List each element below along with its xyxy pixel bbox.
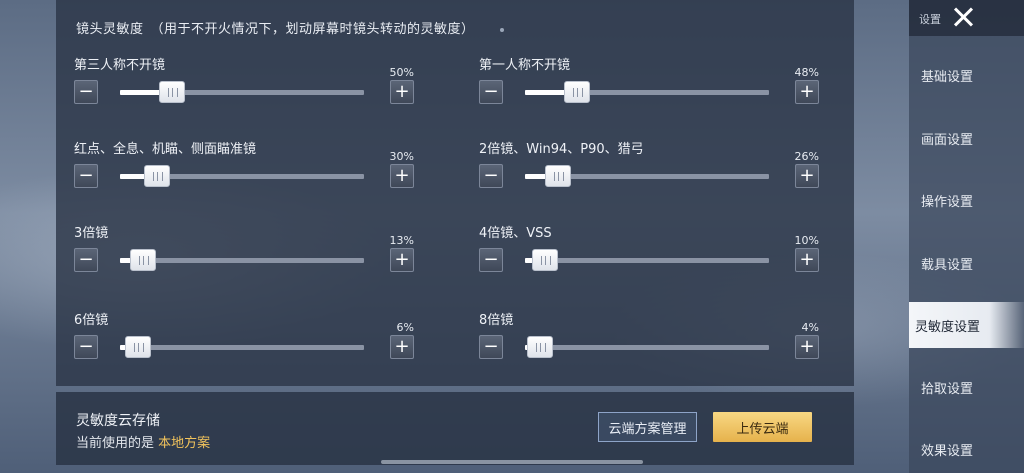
current-plan-prefix: 当前使用的是: [76, 436, 155, 451]
sidebar-item-sensitivity[interactable]: 灵敏度设置: [909, 302, 1024, 348]
slider-thumb[interactable]: [144, 165, 170, 187]
decrease-button[interactable]: −: [479, 80, 503, 104]
slider-block: 第一人称不开镜 48% − +: [479, 54, 819, 114]
sidebar-item-vehicle[interactable]: 载具设置: [909, 240, 1024, 286]
slider-percent: 6%: [396, 321, 414, 334]
slider-thumb[interactable]: [532, 249, 558, 271]
cloud-storage-title: 灵敏度云存储: [76, 413, 160, 429]
slider-label: 3倍镜: [74, 226, 109, 241]
current-plan-text: 当前使用的是 本地方案: [76, 432, 210, 451]
slider-label: 4倍镜、VSS: [479, 226, 552, 241]
scroll-indicator: [381, 460, 643, 464]
slider-label: 红点、全息、机瞄、侧面瞄准镜: [74, 142, 257, 157]
sidebar-item-controls[interactable]: 操作设置: [909, 177, 1024, 223]
slider-block: 2倍镜、Win94、P90、猎弓 26% − +: [479, 138, 819, 198]
sidebar-item-graphics[interactable]: 画面设置: [909, 115, 1024, 161]
slider-block: 红点、全息、机瞄、侧面瞄准镜 30% − +: [74, 138, 414, 198]
slider-thumb[interactable]: [527, 336, 553, 358]
slider-label: 2倍镜、Win94、P90、猎弓: [479, 142, 644, 157]
slider-thumb[interactable]: [125, 336, 151, 358]
slider-block: 4倍镜、VSS 10% − +: [479, 222, 819, 282]
upload-cloud-button[interactable]: 上传云端: [713, 412, 812, 442]
sidebar-item-pickup[interactable]: 拾取设置: [909, 364, 1024, 410]
decrease-button[interactable]: −: [479, 164, 503, 188]
title-dot: [500, 28, 504, 32]
decrease-button[interactable]: −: [74, 164, 98, 188]
slider-thumb[interactable]: [159, 81, 185, 103]
slider-block: 第三人称不开镜 50% − +: [74, 54, 414, 114]
slider-block: 3倍镜 13% − +: [74, 222, 414, 282]
settings-sidebar: 设置 基础设置 画面设置 操作设置 载具设置 灵敏度设置 拾取设置 效果设置: [909, 0, 1024, 473]
increase-button[interactable]: +: [390, 80, 414, 104]
slider-track[interactable]: [120, 165, 364, 187]
slider-percent: 26%: [794, 150, 819, 163]
slider-track[interactable]: [525, 336, 769, 358]
slider-track[interactable]: [525, 165, 769, 187]
increase-button[interactable]: +: [390, 248, 414, 272]
decrease-button[interactable]: −: [74, 80, 98, 104]
slider-block: 6倍镜 6% − +: [74, 309, 414, 369]
slider-track[interactable]: [525, 249, 769, 271]
slider-track[interactable]: [120, 249, 364, 271]
increase-button[interactable]: +: [795, 335, 819, 359]
decrease-button[interactable]: −: [74, 335, 98, 359]
slider-block: 8倍镜 4% − +: [479, 309, 819, 369]
sidebar-item-effects[interactable]: 效果设置: [909, 426, 1024, 472]
decrease-button[interactable]: −: [479, 248, 503, 272]
increase-button[interactable]: +: [390, 164, 414, 188]
cloud-plan-manage-button[interactable]: 云端方案管理: [598, 412, 697, 442]
slider-label: 第三人称不开镜: [74, 58, 166, 73]
slider-percent: 48%: [794, 66, 819, 79]
current-plan-name: 本地方案: [158, 436, 211, 451]
slider-label: 第一人称不开镜: [479, 58, 571, 73]
slider-percent: 30%: [389, 150, 414, 163]
slider-thumb[interactable]: [130, 249, 156, 271]
slider-thumb[interactable]: [545, 165, 571, 187]
sidebar-item-basic[interactable]: 基础设置: [909, 52, 1024, 98]
slider-percent: 13%: [389, 234, 414, 247]
slider-label: 6倍镜: [74, 313, 109, 328]
close-icon[interactable]: [949, 3, 979, 33]
slider-label: 8倍镜: [479, 313, 514, 328]
increase-button[interactable]: +: [795, 164, 819, 188]
slider-track[interactable]: [120, 81, 364, 103]
sidebar-header-label: 设置: [919, 13, 941, 26]
increase-button[interactable]: +: [390, 335, 414, 359]
section-title: 镜头灵敏度 （用于不开火情况下，划动屏幕时镜头转动的灵敏度）: [76, 22, 475, 37]
sensitivity-panel: 镜头灵敏度 （用于不开火情况下，划动屏幕时镜头转动的灵敏度） 第三人称不开镜 5…: [56, 0, 854, 386]
slider-percent: 50%: [389, 66, 414, 79]
decrease-button[interactable]: −: [74, 248, 98, 272]
sidebar-header: 设置: [909, 0, 1024, 36]
increase-button[interactable]: +: [795, 80, 819, 104]
slider-track[interactable]: [120, 336, 364, 358]
increase-button[interactable]: +: [795, 248, 819, 272]
slider-thumb[interactable]: [564, 81, 590, 103]
decrease-button[interactable]: −: [479, 335, 503, 359]
slider-percent: 4%: [801, 321, 819, 334]
slider-percent: 10%: [794, 234, 819, 247]
cloud-storage-footer: 灵敏度云存储 当前使用的是 本地方案 云端方案管理 上传云端: [56, 392, 854, 465]
slider-track[interactable]: [525, 81, 769, 103]
